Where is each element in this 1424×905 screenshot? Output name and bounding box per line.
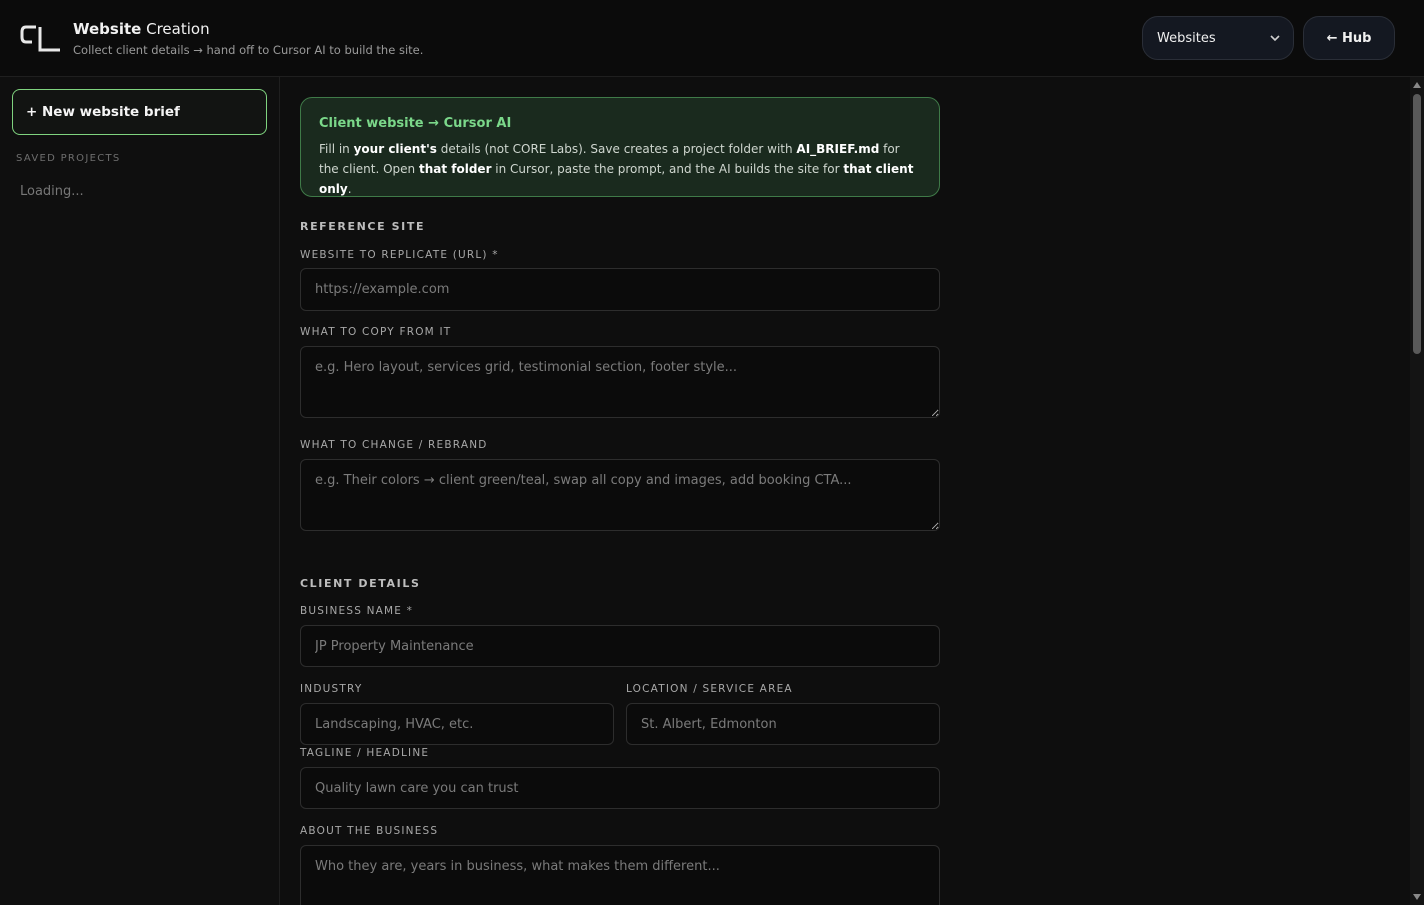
hub-button[interactable]: ← Hub	[1303, 16, 1395, 60]
rebrand-textarea[interactable]	[300, 459, 940, 531]
main-content: Client website → Cursor AI Fill in your …	[281, 77, 1410, 905]
saved-projects-heading: SAVED PROJECTS	[16, 153, 121, 164]
about-textarea[interactable]	[300, 845, 940, 905]
copy-label: WHAT TO COPY FROM IT	[300, 326, 452, 338]
chevron-down-icon	[1270, 35, 1280, 42]
scroll-down-arrow-icon[interactable]	[1413, 893, 1421, 901]
section-heading-client: CLIENT DETAILS	[300, 577, 421, 590]
business-name-input[interactable]	[300, 625, 940, 667]
sidebar: + New website brief SAVED PROJECTS Loadi…	[0, 77, 280, 905]
info-banner: Client website → Cursor AI Fill in your …	[300, 97, 940, 197]
reference-url-input[interactable]	[300, 268, 940, 311]
mode-select-value: Websites	[1157, 30, 1216, 46]
location-label: LOCATION / SERVICE AREA	[626, 683, 793, 695]
url-label: WEBSITE TO REPLICATE (URL) *	[300, 249, 499, 261]
loading-text: Loading...	[20, 184, 84, 199]
scroll-up-arrow-icon[interactable]	[1413, 81, 1421, 89]
app-header: Website Creation Collect client details …	[0, 0, 1424, 77]
tagline-input[interactable]	[300, 767, 940, 809]
location-input[interactable]	[626, 703, 940, 745]
business-name-label: BUSINESS NAME *	[300, 605, 414, 617]
mode-select[interactable]: Websites	[1142, 16, 1294, 60]
scrollbar-thumb[interactable]	[1413, 94, 1421, 354]
industry-label: INDUSTRY	[300, 683, 363, 695]
info-banner-title: Client website → Cursor AI	[319, 116, 512, 131]
about-label: ABOUT THE BUSINESS	[300, 825, 439, 837]
page-subtitle: Collect client details → hand off to Cur…	[73, 43, 424, 57]
core-labs-logo-icon	[20, 25, 60, 52]
tagline-label: TAGLINE / HEADLINE	[300, 747, 430, 759]
industry-input[interactable]	[300, 703, 614, 745]
change-label: WHAT TO CHANGE / REBRAND	[300, 439, 488, 451]
info-banner-text: Fill in your client's details (not CORE …	[319, 142, 914, 196]
section-heading-reference: REFERENCE SITE	[300, 220, 426, 233]
new-website-brief-button[interactable]: + New website brief	[12, 89, 267, 135]
copy-from-textarea[interactable]	[300, 346, 940, 418]
page-title: Website Creation	[73, 20, 210, 38]
page-scrollbar[interactable]	[1410, 77, 1424, 905]
